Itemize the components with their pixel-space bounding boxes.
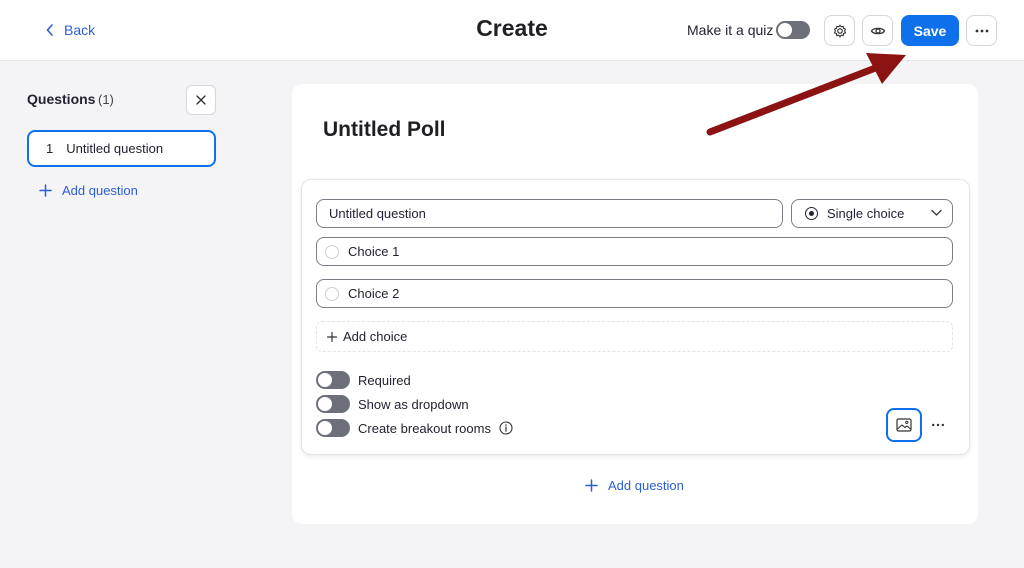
image-icon (896, 418, 912, 432)
chevron-left-icon (46, 24, 53, 36)
question-type-select[interactable]: Single choice (791, 199, 953, 228)
add-question-button[interactable]: Add question (585, 478, 684, 493)
save-button[interactable]: Save (901, 15, 959, 46)
add-choice-label: Add choice (343, 329, 408, 344)
question-text-value: Untitled question (329, 206, 426, 221)
radio-empty-icon (325, 286, 339, 301)
settings-button[interactable] (824, 15, 855, 46)
question-type-value: Single choice (827, 206, 905, 221)
preview-button[interactable] (862, 15, 893, 46)
choice-input[interactable]: Choice 2 (316, 279, 953, 308)
show-as-dropdown-option: Show as dropdown (316, 395, 469, 413)
close-icon (196, 95, 206, 105)
back-label: Back (64, 22, 96, 38)
required-label: Required (358, 372, 411, 388)
breakout-rooms-option: Create breakout rooms (316, 419, 513, 437)
plus-icon (327, 331, 337, 342)
breakout-rooms-toggle[interactable] (316, 419, 350, 437)
chevron-down-icon (931, 209, 942, 216)
quiz-label: Make it a quiz (687, 22, 774, 38)
choice-label: Choice 1 (348, 244, 400, 259)
add-image-button[interactable] (886, 408, 922, 442)
add-choice-button[interactable]: Add choice (316, 321, 953, 352)
question-number: 1 (46, 141, 54, 156)
sidebar-add-question-label: Add question (62, 183, 138, 198)
back-button[interactable]: Back (46, 20, 95, 40)
questions-heading: Questions (27, 91, 96, 107)
radio-selected-icon (805, 207, 818, 220)
sidebar-add-question-button[interactable]: Add question (39, 183, 138, 198)
show-as-dropdown-toggle[interactable] (316, 395, 350, 413)
question-label: Untitled question (66, 141, 164, 156)
info-icon[interactable] (499, 421, 513, 435)
eye-icon (870, 27, 885, 34)
quiz-toggle[interactable] (776, 21, 810, 39)
gear-icon (833, 23, 846, 38)
add-question-label: Add question (608, 478, 684, 493)
sidebar-question-item[interactable]: 1 Untitled question (27, 130, 216, 167)
poll-title[interactable]: Untitled Poll (323, 118, 446, 142)
questions-count: (1) (98, 92, 114, 107)
show-as-dropdown-label: Show as dropdown (358, 396, 469, 412)
required-option: Required (316, 371, 411, 389)
plus-icon (585, 479, 598, 492)
more-options-button[interactable] (966, 15, 997, 46)
plus-icon (39, 184, 52, 197)
choice-input[interactable]: Choice 1 (316, 237, 953, 266)
top-bar: Back Create Make it a quiz Save (0, 0, 1024, 61)
more-icon (931, 423, 945, 427)
radio-empty-icon (325, 244, 339, 259)
more-icon (975, 29, 988, 32)
breakout-rooms-label: Create breakout rooms (358, 420, 491, 436)
question-more-button[interactable] (927, 415, 949, 435)
question-text-input[interactable]: Untitled question (316, 199, 783, 228)
required-toggle[interactable] (316, 371, 350, 389)
close-sidebar-button[interactable] (186, 85, 216, 115)
choice-label: Choice 2 (348, 286, 400, 301)
